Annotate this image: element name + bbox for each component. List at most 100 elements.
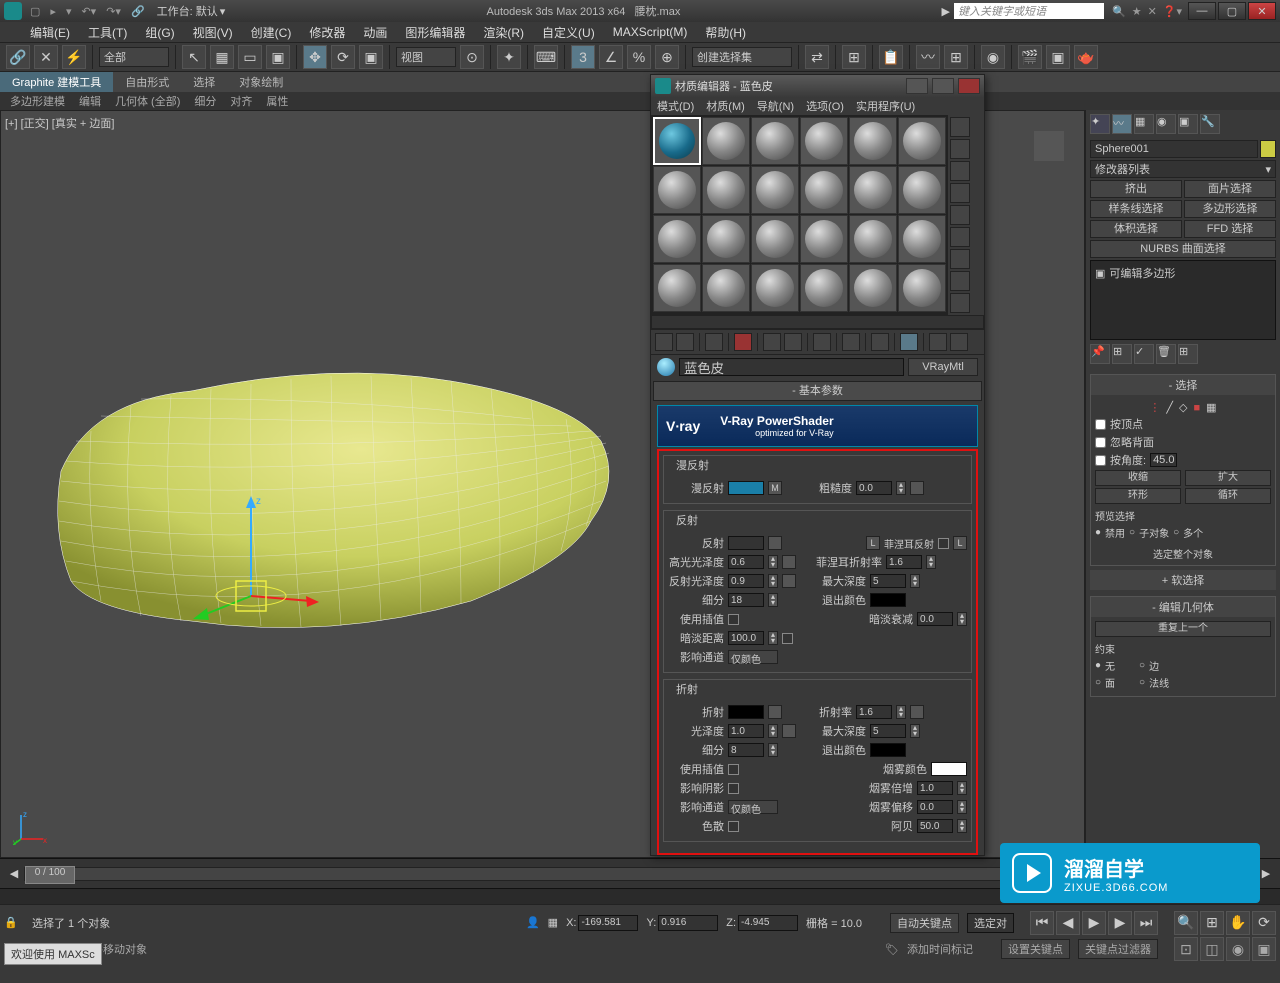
x-coord[interactable] [578,915,638,931]
refract-color-swatch[interactable] [728,705,764,719]
ribbon-tab-select[interactable]: 选择 [181,72,227,92]
sample-slot[interactable] [800,117,848,165]
align-icon[interactable]: ⊞ [842,45,866,69]
walk-icon[interactable]: ◉ [1226,937,1250,961]
dim-check[interactable] [782,633,793,644]
poly-subobj-icon[interactable]: ■ [1194,402,1201,414]
arc-rotate-icon[interactable]: ⟳ [1252,911,1276,935]
roughness-map-button[interactable] [910,481,924,495]
fresnel-ior-spinner[interactable]: 1.6 [886,555,922,569]
hilight-spinner[interactable]: 0.6 [728,555,764,569]
fov-icon[interactable]: ◫ [1200,937,1224,961]
dispersion-check[interactable] [728,821,739,832]
person-icon[interactable]: 👤 [526,916,540,929]
layers-icon[interactable]: 📋 [879,45,903,69]
sample-slot[interactable] [702,264,750,312]
sample-slot[interactable] [800,166,848,214]
star-icon[interactable]: ★ [1132,5,1142,18]
link-icon[interactable]: 🔗 [131,5,145,18]
material-name-field[interactable] [679,358,904,376]
ior-spinner[interactable]: 1.6 [856,705,892,719]
zoom-ext-icon[interactable]: ⊡ [1174,937,1198,961]
display-tab-icon[interactable]: ▣ [1178,114,1198,134]
softsel-rollout-header[interactable]: + 软选择 [1090,570,1276,590]
background-icon[interactable] [950,161,970,181]
menu-tools[interactable]: 工具(T) [88,24,127,41]
snap-icon[interactable]: 3 [571,45,595,69]
sample-slot[interactable] [702,117,750,165]
y-coord[interactable] [658,915,718,931]
me-menu-options[interactable]: 选项(O) [806,98,844,114]
key-selset[interactable]: 选定对 [967,913,1014,933]
ribbon-props[interactable]: 属性 [260,92,294,110]
me-titlebar[interactable]: 材质编辑器 - 蓝色皮 [651,75,984,97]
new-icon[interactable]: ▢ [30,5,40,18]
minimize-button[interactable]: — [1188,2,1216,20]
btn-vol-sel[interactable]: 体积选择 [1090,220,1182,238]
tag-icon[interactable]: 🏷 [885,943,899,956]
autodesk-icon[interactable]: ▶ [942,5,950,18]
spinner-snap-icon[interactable]: ⊕ [655,45,679,69]
go-parent-icon[interactable] [929,333,947,351]
by-vertex-check[interactable] [1095,419,1106,430]
menu-group[interactable]: 组(G) [145,24,174,41]
dim-spinner[interactable]: 100.0 [728,631,764,645]
render-frame-icon[interactable]: ▣ [1046,45,1070,69]
btn-extrude[interactable]: 挤出 [1090,180,1182,198]
go-sibling-icon[interactable] [950,333,968,351]
rotate-icon[interactable]: ⟳ [331,45,355,69]
mirror-icon[interactable]: ⇄ [805,45,829,69]
by-angle-check[interactable] [1095,455,1106,466]
show-end-result-icon[interactable] [900,333,918,351]
workspace-label[interactable]: 工作台: 默认 [157,3,218,19]
sample-slot[interactable] [849,264,897,312]
autokey-button[interactable]: 自动关键点 [890,913,959,933]
refr-channel-select[interactable]: 仅颜色 [728,800,778,814]
ref-coord[interactable]: 视图 [396,47,456,67]
assign-icon[interactable] [705,333,723,351]
menu-render[interactable]: 渲染(R) [483,24,524,41]
basic-params-header[interactable]: - 基本参数 [653,381,982,401]
viewcube[interactable] [1024,121,1074,171]
mat-id-icon[interactable] [842,333,860,351]
refl-subdiv-spinner[interactable]: 18 [728,593,764,607]
me-menu-mode[interactable]: 模式(D) [657,98,694,114]
sample-slot[interactable] [702,166,750,214]
diffuse-color-swatch[interactable] [728,481,764,495]
next-frame-icon[interactable]: ▶ [1108,911,1132,935]
dimfall-spinner[interactable]: 0.0 [917,612,953,626]
z-coord[interactable] [738,915,798,931]
rect-select-icon[interactable]: ▭ [238,45,262,69]
zoom-icon[interactable]: 🔍 [1174,911,1198,935]
move-icon[interactable]: ✥ [303,45,327,69]
vertex-subobj-icon[interactable]: ⋮ [1149,401,1160,414]
fog-color-swatch[interactable] [931,762,967,776]
refr-subdiv-spinner[interactable]: 8 [728,743,764,757]
pivot-icon[interactable]: ⊙ [460,45,484,69]
sample-slot[interactable] [898,264,946,312]
addtime-label[interactable]: 添加时间标记 [907,941,973,957]
named-sel-set[interactable]: 创建选择集 [692,47,792,67]
hierarchy-tab-icon[interactable]: ▦ [1134,114,1154,134]
me-close-button[interactable] [958,78,980,94]
sample-slot[interactable] [800,264,848,312]
editgeo-rollout-header[interactable]: - 编辑几何体 [1091,597,1275,617]
sample-slot[interactable] [800,215,848,263]
sample-slot[interactable] [849,166,897,214]
unlink-icon[interactable]: ✕ [34,45,58,69]
l-button[interactable]: L [866,536,880,550]
sample-slot[interactable] [653,264,701,312]
pin-stack-icon[interactable]: 📌 [1090,344,1110,364]
menu-help[interactable]: 帮助(H) [705,24,746,41]
loop-button[interactable]: 循环 [1185,488,1271,504]
keyfilter-button[interactable]: 关键点过滤器 [1078,939,1158,959]
ribbon-tab-paint[interactable]: 对象绘制 [227,72,295,92]
spinner-buttons[interactable]: ▴▾ [896,481,906,495]
make-unique-icon[interactable] [784,333,802,351]
sample-slot[interactable] [849,117,897,165]
material-type-button[interactable]: VRayMtl [908,358,978,376]
help2-icon[interactable]: ❓▾ [1163,5,1182,18]
sample-slot[interactable] [751,166,799,214]
sample-slot[interactable] [653,117,701,165]
me-minimize-button[interactable] [906,78,928,94]
